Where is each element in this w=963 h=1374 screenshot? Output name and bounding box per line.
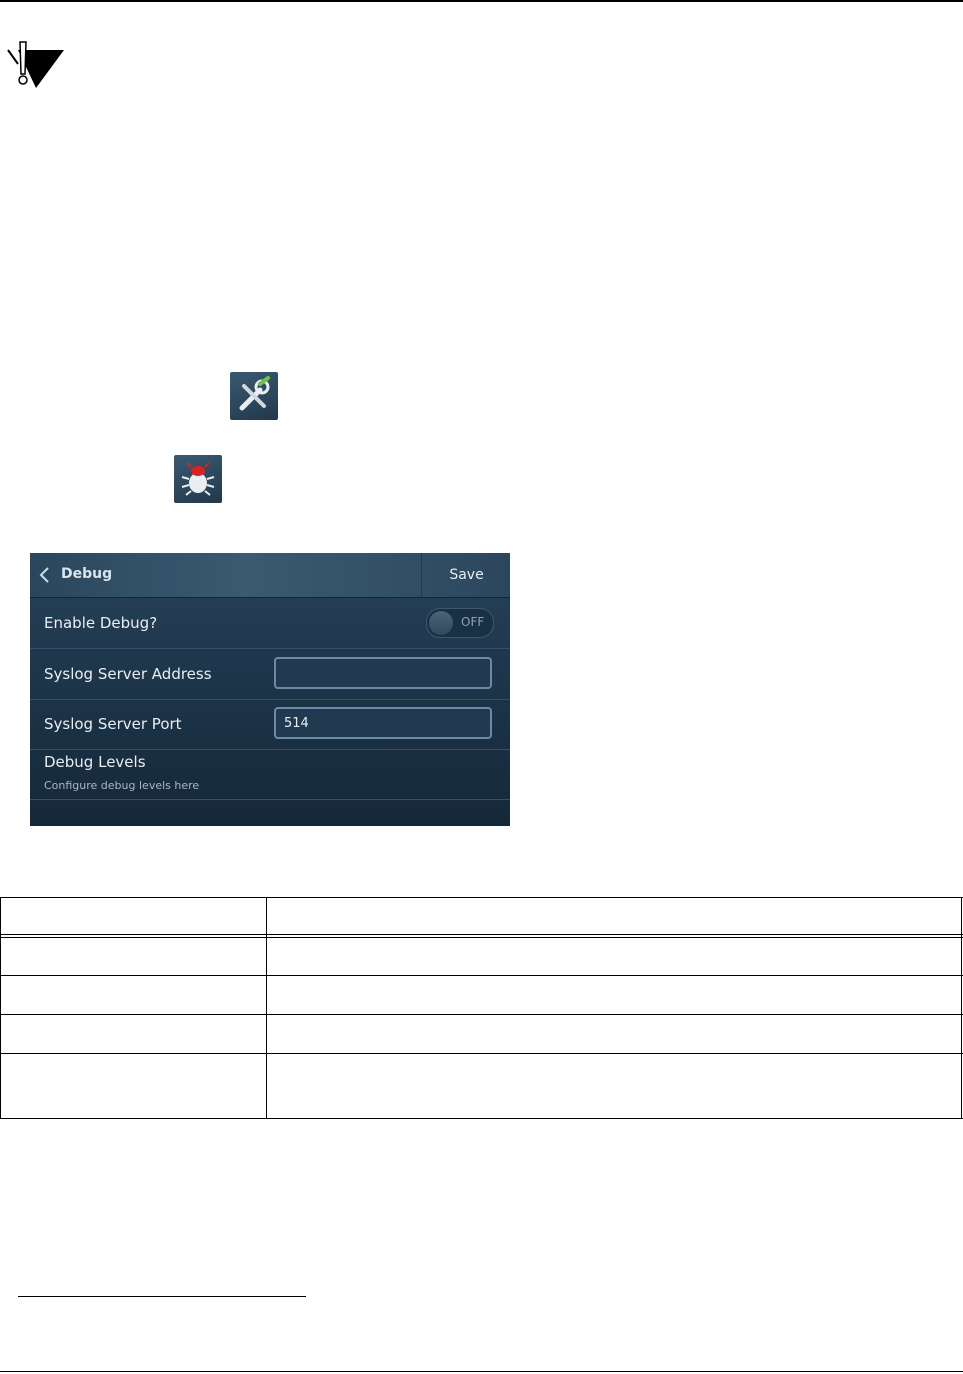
table-column-divider	[266, 897, 267, 1119]
debug-header: Debug Save	[30, 553, 510, 598]
syslog-address-label: Syslog Server Address	[44, 665, 212, 683]
syslog-port-row: Syslog Server Port	[30, 699, 510, 750]
table-border-right	[961, 897, 962, 1119]
top-rule	[0, 0, 963, 2]
syslog-port-label: Syslog Server Port	[44, 715, 182, 733]
enable-debug-row: Enable Debug? OFF	[30, 598, 510, 649]
save-button[interactable]: Save	[421, 553, 511, 597]
tools-icon	[230, 372, 278, 420]
syslog-port-input[interactable]	[274, 707, 492, 739]
parameter-table	[0, 897, 963, 1119]
debug-title: Debug	[61, 566, 113, 582]
toggle-state-text: OFF	[461, 615, 485, 629]
table-row-divider	[0, 1053, 963, 1054]
debug-levels-subtitle: Configure debug levels here	[44, 779, 200, 792]
toggle-knob	[429, 611, 453, 635]
table-row-divider	[0, 1014, 963, 1015]
debug-screen: Debug Save Enable Debug? OFF Syslog Serv…	[30, 553, 510, 826]
table-border-bottom	[0, 1118, 963, 1119]
bottom-rule	[0, 1371, 963, 1372]
back-chevron-icon[interactable]	[38, 566, 52, 584]
debug-levels-label: Debug Levels	[44, 753, 146, 771]
footnote-rule	[18, 1296, 306, 1297]
table-header-rule-double	[0, 937, 963, 938]
table-row-divider	[0, 975, 963, 976]
debug-levels-row[interactable]: Debug Levels Configure debug levels here	[30, 749, 510, 800]
table-header-rule	[0, 934, 963, 935]
bug-icon	[174, 455, 222, 503]
table-border-top	[0, 897, 963, 898]
enable-debug-label: Enable Debug?	[44, 614, 158, 632]
table-border-left	[0, 897, 1, 1119]
caution-icon	[7, 41, 64, 88]
syslog-address-row: Syslog Server Address	[30, 649, 510, 700]
syslog-address-input[interactable]	[274, 657, 492, 689]
enable-debug-toggle[interactable]: OFF	[426, 608, 494, 638]
